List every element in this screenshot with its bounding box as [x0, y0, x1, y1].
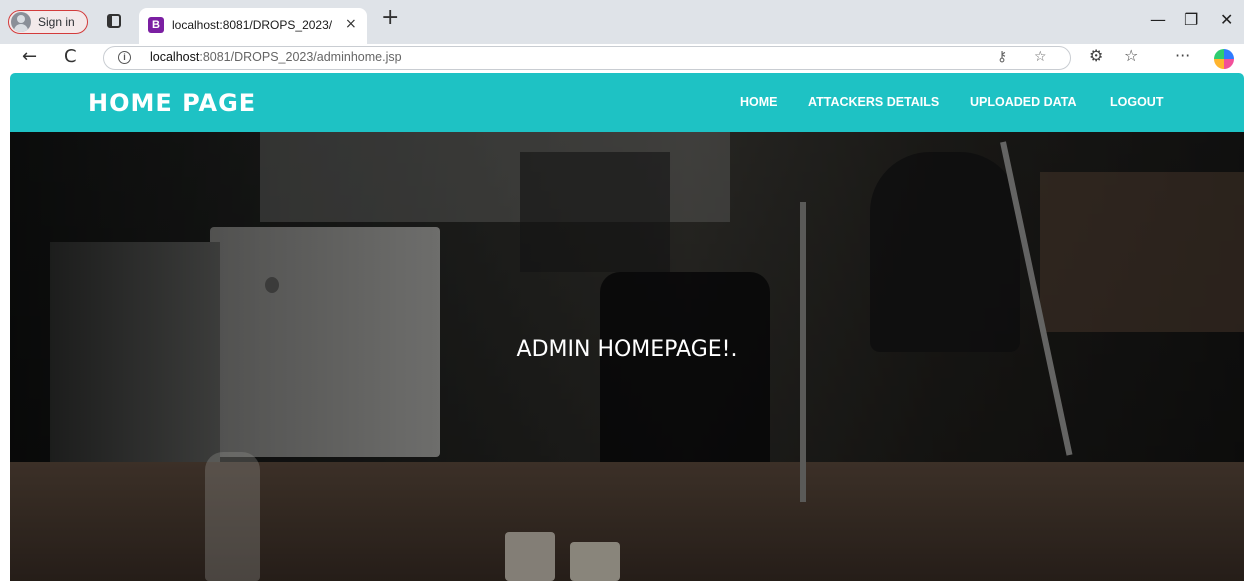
sign-in-label: Sign in — [38, 15, 75, 29]
site-brand[interactable]: HOME PAGE — [88, 89, 256, 117]
password-key-icon[interactable]: ⚷ — [997, 49, 1007, 65]
nav-attackers-details[interactable]: ATTACKERS DETAILS — [808, 95, 939, 109]
back-icon[interactable]: ← — [22, 46, 37, 67]
url-text[interactable]: localhost:8081/DROPS_2023/adminhome.jsp — [150, 50, 402, 64]
minimize-icon[interactable]: — — [1150, 10, 1166, 29]
close-window-icon[interactable]: ✕ — [1220, 10, 1233, 29]
web-page: HOME PAGE HOME ATTACKERS DETAILS UPLOADE… — [10, 73, 1244, 581]
tab-close-icon[interactable]: × — [345, 16, 357, 32]
reload-icon[interactable]: C — [64, 46, 77, 67]
nav-logout[interactable]: LOGOUT — [1110, 95, 1163, 109]
hero-title: ADMIN HOMEPAGE!. — [516, 337, 738, 362]
restore-icon[interactable]: ❐ — [1184, 10, 1198, 29]
favorites-icon[interactable]: ☆ — [1124, 46, 1138, 65]
site-header: HOME PAGE HOME ATTACKERS DETAILS UPLOADE… — [10, 73, 1244, 132]
more-menu-icon[interactable]: ··· — [1175, 46, 1190, 65]
browser-tab-active[interactable]: B localhost:8081/DROPS_2023/adminhome.js… — [139, 8, 367, 44]
address-bar[interactable]: i localhost:8081/DROPS_2023/adminhome.js… — [103, 46, 1071, 70]
extensions-icon[interactable]: ⚙ — [1089, 46, 1103, 65]
browser-toolbar: ← C i localhost:8081/DROPS_2023/adminhom… — [0, 44, 1244, 72]
url-path: :8081/DROPS_2023/adminhome.jsp — [199, 50, 402, 64]
nav-home[interactable]: HOME — [740, 95, 778, 109]
sign-in-button[interactable]: Sign in — [8, 10, 88, 34]
url-host: localhost — [150, 50, 200, 64]
tab-actions-icon[interactable] — [107, 14, 121, 28]
tab-title: localhost:8081/DROPS_2023/adminhome.jsp — [172, 18, 332, 32]
nav-uploaded-data[interactable]: UPLOADED DATA — [970, 95, 1076, 109]
profile-avatar-icon — [11, 12, 31, 32]
favorite-star-icon[interactable]: ☆ — [1034, 49, 1047, 65]
site-info-icon[interactable]: i — [118, 51, 131, 64]
site-favicon-icon: B — [148, 17, 164, 33]
hero-banner: ADMIN HOMEPAGE!. — [10, 132, 1244, 581]
copilot-icon[interactable] — [1214, 49, 1234, 69]
browser-tab-strip: Sign in B localhost:8081/DROPS_2023/admi… — [0, 0, 1244, 44]
new-tab-icon[interactable]: + — [381, 7, 399, 29]
